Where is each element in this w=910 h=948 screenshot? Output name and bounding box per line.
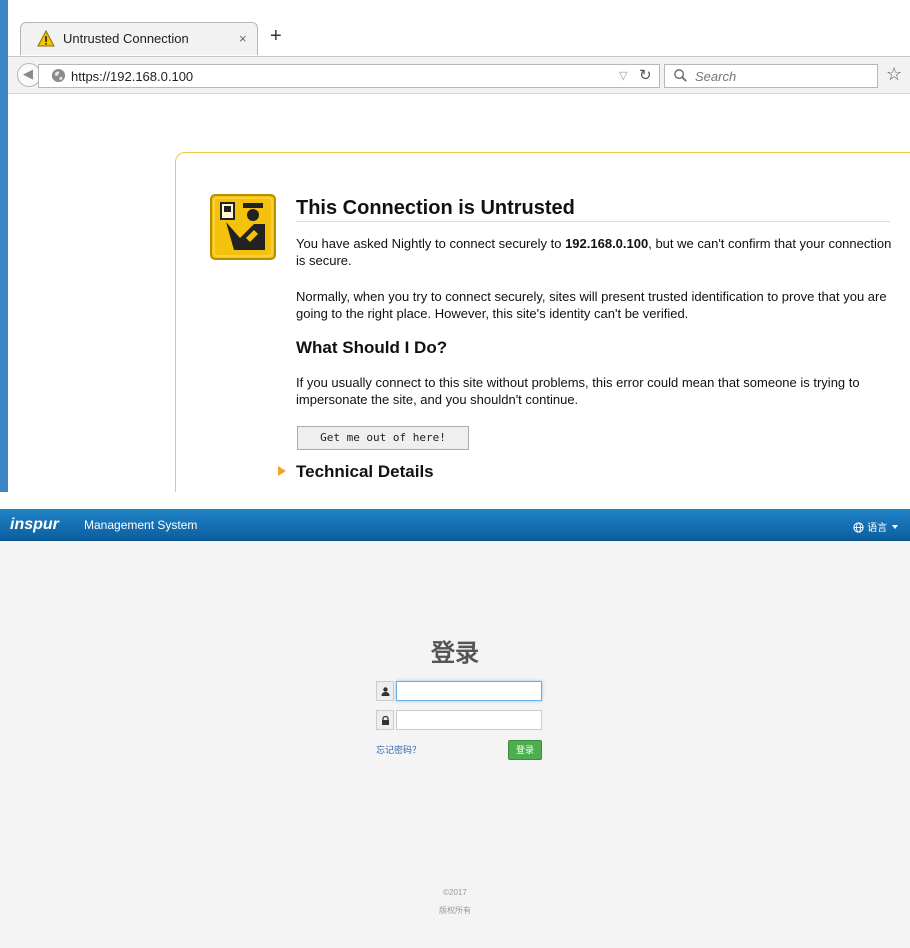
window-edge — [0, 0, 8, 492]
forgot-password-link[interactable]: 忘记密码？ — [376, 743, 421, 756]
what-should-i-do-heading: What Should I Do? — [296, 338, 448, 357]
warning-icon — [37, 30, 55, 47]
bookmark-star-icon[interactable]: ☆ — [886, 64, 902, 85]
dropdown-icon[interactable]: ▽ — [619, 69, 627, 82]
technical-details-toggle[interactable]: Technical Details — [296, 462, 434, 482]
username-group — [376, 681, 542, 701]
url-bar[interactable]: https://192.168.0.100 ▽ ↻ — [38, 64, 660, 88]
error-paragraph-3: If you usually connect to this site with… — [296, 375, 860, 407]
expand-arrow-icon[interactable] — [278, 466, 286, 476]
username-input[interactable] — [396, 681, 542, 701]
password-input[interactable] — [396, 710, 542, 730]
footer-rights: 版权所有 — [439, 906, 471, 915]
back-icon: ◀ — [23, 66, 33, 81]
management-login-page: inspur Management System 语言 登录 忘记密码？ 登录 … — [0, 509, 910, 948]
title-divider — [296, 221, 890, 222]
inspur-logo: inspur — [10, 516, 59, 533]
error-paragraph-1: You have asked Nightly to connect secure… — [296, 235, 896, 269]
lock-icon — [376, 710, 394, 730]
search-bar[interactable]: Search — [664, 64, 878, 88]
identity-officer-icon — [210, 194, 276, 260]
error-paragraph-2: Normally, when you try to connect secure… — [296, 289, 887, 321]
tab-strip: Untrusted Connection × + — [8, 0, 910, 56]
user-icon — [376, 681, 394, 701]
get-me-out-button[interactable]: Get me out of here! — [297, 426, 469, 450]
p1-host: 192.168.0.100 — [565, 236, 649, 251]
error-panel: This Connection is Untrusted You have as… — [175, 152, 910, 492]
tab-title: Untrusted Connection — [63, 31, 189, 46]
error-title: This Connection is Untrusted — [296, 197, 575, 219]
tab-untrusted-connection[interactable]: Untrusted Connection × — [20, 22, 258, 55]
password-group — [376, 710, 542, 730]
new-tab-button[interactable]: + — [270, 26, 282, 46]
login-button[interactable]: 登录 — [508, 740, 542, 760]
url-text[interactable]: https://192.168.0.100 — [71, 69, 193, 84]
top-navbar: inspur Management System 语言 — [0, 509, 910, 541]
search-placeholder: Search — [695, 69, 737, 84]
reload-icon[interactable]: ↻ — [639, 66, 652, 84]
globe-icon — [51, 68, 66, 83]
search-icon — [674, 69, 687, 82]
language-menu[interactable]: 语言 — [853, 519, 898, 534]
caret-down-icon — [892, 525, 898, 529]
navigation-toolbar: ◀ https://192.168.0.100 ▽ ↻ Search ☆ — [8, 56, 910, 94]
footer-copyright-year: ©2017 — [443, 888, 467, 897]
login-heading: 登录 — [431, 640, 479, 667]
p1-text-before: You have asked Nightly to connect secure… — [296, 236, 566, 251]
tab-close-icon[interactable]: × — [239, 31, 247, 46]
language-label: 语言 — [867, 523, 888, 534]
app-title: Management System — [84, 518, 198, 532]
browser-window: Untrusted Connection × + ◀ https://192.1… — [0, 0, 910, 492]
globe-icon — [853, 522, 865, 533]
